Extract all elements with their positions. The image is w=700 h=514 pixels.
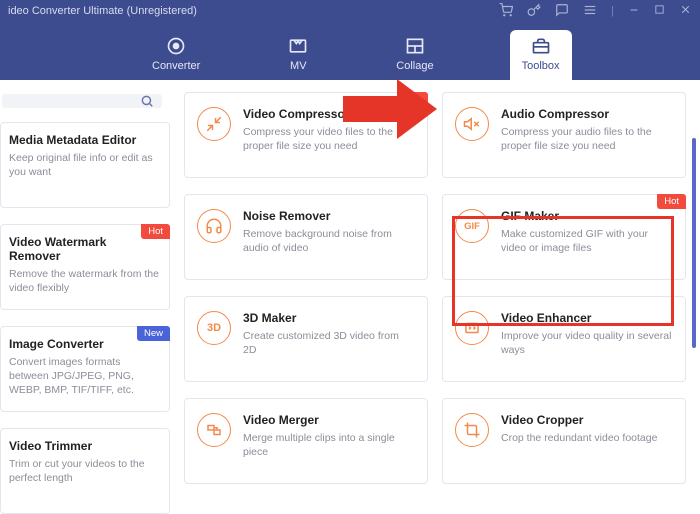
merge-icon bbox=[197, 413, 231, 447]
tab-collage[interactable]: Collage bbox=[384, 30, 445, 80]
3d-icon: 3D bbox=[197, 311, 231, 345]
card-title: Video Watermark Remover bbox=[9, 235, 159, 263]
card-title: Video Cropper bbox=[501, 413, 657, 427]
main-nav: Converter MV Collage Toolbox bbox=[0, 22, 700, 80]
hot-badge: Hot bbox=[657, 194, 686, 209]
card-desc: Trim or cut your videos to the perfect l… bbox=[9, 457, 159, 485]
tool-video-cropper[interactable]: Video Cropper Crop the redundant video f… bbox=[442, 398, 686, 484]
tab-label: MV bbox=[290, 60, 307, 72]
card-desc: Make customized GIF with your video or i… bbox=[501, 227, 673, 255]
new-badge: New bbox=[137, 326, 170, 341]
tab-converter[interactable]: Converter bbox=[140, 30, 212, 80]
tool-image-converter[interactable]: New Image Converter Convert images forma… bbox=[0, 326, 170, 412]
tab-label: Converter bbox=[152, 60, 200, 72]
tool-media-metadata[interactable]: Media Metadata Editor Keep original file… bbox=[0, 122, 170, 208]
noise-icon bbox=[197, 209, 231, 243]
tool-video-trimmer[interactable]: Video Trimmer Trim or cut your videos to… bbox=[0, 428, 170, 514]
window-controls: | bbox=[499, 3, 692, 20]
tab-label: Collage bbox=[396, 60, 433, 72]
tool-3d-maker[interactable]: 3D 3D Maker Create customized 3D video f… bbox=[184, 296, 428, 382]
card-title: Video Enhancer bbox=[501, 311, 673, 325]
tab-toolbox[interactable]: Toolbox bbox=[510, 30, 572, 80]
card-title: GIF Maker bbox=[501, 209, 673, 223]
card-desc: Compress your video files to the proper … bbox=[243, 125, 415, 153]
card-title: Video Merger bbox=[243, 413, 415, 427]
titlebar: ideo Converter Ultimate (Unregistered) | bbox=[0, 0, 700, 22]
menu-icon[interactable] bbox=[583, 3, 597, 20]
close-icon[interactable] bbox=[679, 3, 692, 19]
card-desc: Compress your audio files to the proper … bbox=[501, 125, 673, 153]
card-title: 3D Maker bbox=[243, 311, 415, 325]
search-icon bbox=[140, 94, 154, 108]
search-input[interactable] bbox=[2, 94, 162, 108]
feedback-icon[interactable] bbox=[555, 3, 569, 20]
audio-compress-icon bbox=[455, 107, 489, 141]
gif-icon: GIF bbox=[455, 209, 489, 243]
cart-icon[interactable] bbox=[499, 3, 513, 20]
tool-watermark-remover[interactable]: Hot Video Watermark Remover Remove the w… bbox=[0, 224, 170, 310]
card-title: Media Metadata Editor bbox=[9, 133, 159, 147]
compress-icon bbox=[197, 107, 231, 141]
maximize-icon[interactable] bbox=[654, 4, 665, 18]
card-desc: Keep original file info or edit as you w… bbox=[9, 151, 159, 179]
card-desc: Remove background noise from audio of vi… bbox=[243, 227, 415, 255]
minimize-icon[interactable] bbox=[628, 4, 640, 19]
tool-gif-maker[interactable]: Hot GIF GIF Maker Make customized GIF wi… bbox=[442, 194, 686, 280]
crop-icon bbox=[455, 413, 489, 447]
tool-audio-compressor[interactable]: Audio Compressor Compress your audio fil… bbox=[442, 92, 686, 178]
card-desc: Create customized 3D video from 2D bbox=[243, 329, 415, 357]
tool-video-merger[interactable]: Video Merger Merge multiple clips into a… bbox=[184, 398, 428, 484]
window-title: ideo Converter Ultimate (Unregistered) bbox=[8, 5, 197, 17]
tool-noise-remover[interactable]: Noise Remover Remove background noise fr… bbox=[184, 194, 428, 280]
scrollbar-thumb[interactable] bbox=[692, 138, 696, 348]
hot-badge: Hot bbox=[141, 224, 170, 239]
enhance-icon bbox=[455, 311, 489, 345]
card-title: Video Trimmer bbox=[9, 439, 159, 453]
card-desc: Merge multiple clips into a single piece bbox=[243, 431, 415, 459]
card-desc: Crop the redundant video footage bbox=[501, 431, 657, 445]
tab-label: Toolbox bbox=[522, 60, 560, 72]
card-title: Audio Compressor bbox=[501, 107, 673, 121]
tool-video-enhancer[interactable]: Video Enhancer Improve your video qualit… bbox=[442, 296, 686, 382]
tab-mv[interactable]: MV bbox=[276, 30, 320, 80]
card-desc: Remove the watermark from the video flex… bbox=[9, 267, 159, 295]
card-desc: Improve your video quality in several wa… bbox=[501, 329, 673, 357]
key-icon[interactable] bbox=[527, 3, 541, 20]
card-desc: Convert images formats between JPG/JPEG,… bbox=[9, 355, 159, 398]
content-area: Media Metadata Editor Keep original file… bbox=[0, 80, 700, 500]
card-title: Noise Remover bbox=[243, 209, 415, 223]
